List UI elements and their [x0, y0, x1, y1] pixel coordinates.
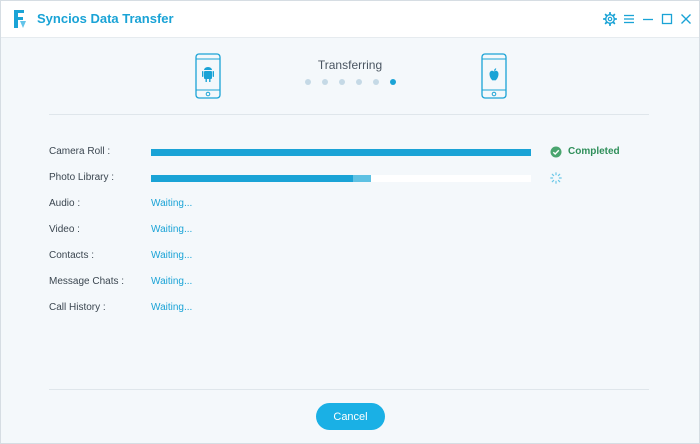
- transfer-status-label: Transferring: [317, 58, 383, 72]
- app-window: Syncios Data Transfer Transferring Camer…: [0, 0, 700, 444]
- transfer-item-video: Video : Waiting...: [49, 221, 669, 241]
- item-label: Audio :: [49, 198, 81, 209]
- status-waiting: Waiting...: [151, 224, 193, 235]
- status-waiting: Waiting...: [151, 302, 193, 313]
- progress-dot: [373, 79, 379, 85]
- status-completed: Completed: [568, 146, 620, 157]
- progress-dot: [322, 79, 328, 85]
- menu-button[interactable]: [620, 10, 638, 28]
- item-label: Photo Library :: [49, 172, 115, 183]
- maximize-icon: [661, 13, 673, 25]
- item-label: Contacts :: [49, 250, 95, 261]
- status-waiting: Waiting...: [151, 276, 193, 287]
- transfer-item-message-chats: Message Chats : Waiting...: [49, 273, 669, 293]
- progress-bar-fill: [151, 175, 372, 182]
- minimize-button[interactable]: [639, 10, 657, 28]
- menu-icon: [624, 14, 634, 24]
- progress-dot: [305, 79, 311, 85]
- item-label: Call History :: [49, 302, 106, 313]
- gear-icon: [603, 12, 617, 26]
- close-icon: [681, 14, 691, 24]
- close-button[interactable]: [677, 10, 695, 28]
- item-label: Video :: [49, 224, 80, 235]
- transfer-progress-dots: [305, 79, 396, 85]
- check-circle-icon: [550, 146, 562, 158]
- title-bar: Syncios Data Transfer: [1, 1, 699, 38]
- transfer-item-photo-library: Photo Library :: [49, 169, 669, 189]
- item-label: Message Chats :: [49, 276, 125, 287]
- iphone-icon: [481, 53, 507, 99]
- progress-bar: [151, 149, 531, 156]
- status-waiting: Waiting...: [151, 198, 193, 209]
- syncios-logo-icon: [14, 10, 26, 28]
- progress-bar: [151, 175, 531, 182]
- transfer-item-call-history: Call History : Waiting...: [49, 299, 669, 319]
- item-label: Camera Roll :: [49, 146, 111, 157]
- progress-dot-active: [390, 79, 396, 85]
- maximize-button[interactable]: [658, 10, 676, 28]
- settings-button[interactable]: [601, 10, 619, 28]
- spinner-icon: [550, 172, 562, 184]
- app-title: Syncios Data Transfer: [37, 11, 174, 26]
- cancel-button[interactable]: Cancel: [316, 403, 385, 430]
- footer-divider: [49, 389, 649, 390]
- progress-dot: [339, 79, 345, 85]
- transfer-item-contacts: Contacts : Waiting...: [49, 247, 669, 267]
- transfer-item-audio: Audio : Waiting...: [49, 195, 669, 215]
- header-divider: [49, 114, 649, 115]
- progress-bar-fill: [151, 149, 531, 156]
- transfer-header: Transferring: [1, 38, 699, 114]
- progress-bar-highlight: [353, 175, 372, 182]
- transfer-item-camera-roll: Camera Roll : Completed: [49, 143, 669, 163]
- progress-dot: [356, 79, 362, 85]
- status-waiting: Waiting...: [151, 250, 193, 261]
- minimize-icon: [643, 18, 653, 21]
